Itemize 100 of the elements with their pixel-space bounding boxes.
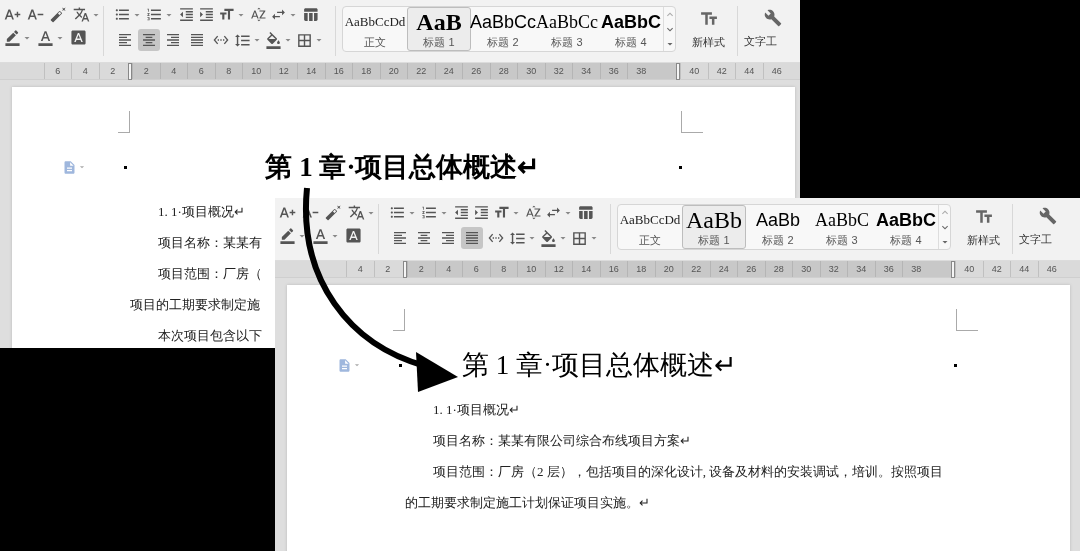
style-label: 标题 2	[487, 35, 519, 49]
bullet-list-icon[interactable]	[389, 204, 406, 221]
font-color-icon[interactable]	[37, 29, 54, 46]
ruler-number: 2	[143, 65, 149, 78]
ruler-number: 6	[198, 65, 204, 78]
ruler-number: 32	[553, 65, 564, 78]
highlight-icon[interactable]	[4, 29, 21, 46]
wrench-icon[interactable]	[764, 9, 782, 27]
ruler-number: 20	[663, 263, 674, 276]
outdent-icon[interactable]	[453, 204, 470, 221]
indent-marker[interactable]	[403, 261, 407, 278]
ruler-number: 16	[333, 65, 344, 78]
ruler-number: 40	[689, 65, 700, 78]
ruler-number: 36	[883, 263, 894, 276]
ruler-number: 42	[991, 263, 1002, 276]
sort-icon[interactable]	[250, 6, 267, 23]
phonetic-icon[interactable]	[348, 204, 365, 221]
chapter-heading: 第 1 章·项目总体概述↵	[462, 348, 737, 382]
sort-icon[interactable]	[525, 204, 542, 221]
ruler-number: 28	[773, 263, 784, 276]
paragraph: 项目范围：厂房（	[157, 265, 262, 283]
new-style-button[interactable]: 新样式	[967, 232, 1000, 249]
style-sample: AaBbCcDd	[344, 13, 406, 31]
wrench-icon[interactable]	[1039, 207, 1057, 225]
style-sample: AaBbCcDd	[619, 211, 681, 229]
style-item[interactable]: AaBbC 标题 4	[874, 205, 938, 249]
ruler-number: 26	[746, 263, 757, 276]
numbered-list-icon[interactable]	[421, 204, 438, 221]
style-label: 标题 4	[615, 35, 647, 49]
border-icon[interactable]	[296, 31, 313, 49]
char-shading-icon[interactable]	[70, 29, 87, 46]
ruler-number: 36	[608, 65, 619, 78]
style-label: 标题 2	[762, 233, 794, 247]
highlight-icon[interactable]	[279, 227, 296, 244]
numbered-list-icon[interactable]	[146, 6, 163, 23]
new-style-button[interactable]: 新样式	[692, 34, 725, 51]
style-sample: AaBbCc	[536, 11, 598, 34]
paragraph: 本次项目包含以下	[157, 327, 262, 345]
style-item[interactable]: AaBbCcDd 正文	[618, 205, 682, 249]
ruler-number: 22	[691, 263, 702, 276]
bullet-list-icon[interactable]	[114, 6, 131, 23]
crop-mark	[118, 111, 130, 133]
ruler-number: 46	[771, 65, 782, 78]
paragraph: 项目名称：某某有	[157, 234, 262, 252]
style-item[interactable]: AaB 标题 1	[407, 7, 471, 51]
ruler-number: 28	[498, 65, 509, 78]
ruler-number: 18	[361, 65, 372, 78]
style-sample: AaBb	[755, 209, 800, 232]
outdent-icon[interactable]	[178, 6, 195, 23]
table-icon[interactable]	[302, 6, 319, 23]
ruler-number: 20	[388, 65, 399, 78]
char-shading-icon[interactable]	[345, 227, 362, 244]
style-label: 标题 4	[890, 233, 922, 247]
style-label: 标题 1	[423, 35, 455, 49]
ruler-number: 8	[501, 263, 507, 276]
indent-icon[interactable]	[198, 6, 215, 23]
style-item[interactable]: AaBbCc 标题 3	[535, 7, 599, 51]
phonetic-icon[interactable]	[73, 6, 90, 23]
ruler-number: 34	[856, 263, 867, 276]
ruler-number: 14	[306, 65, 317, 78]
ruler-number: 6	[473, 263, 479, 276]
shading-icon[interactable]	[265, 31, 282, 49]
table-icon[interactable]	[577, 204, 594, 221]
indent-marker[interactable]	[951, 261, 955, 278]
ruler-number: 34	[581, 65, 592, 78]
indent-marker[interactable]	[128, 63, 132, 80]
ruler-number: 46	[1046, 263, 1057, 276]
ruler-number: 6	[55, 65, 61, 78]
style-sample: AaB	[416, 9, 462, 35]
ruler-number: 24	[718, 263, 729, 276]
indent-icon[interactable]	[473, 204, 490, 221]
style-sample: AaBbC	[876, 209, 936, 232]
font-color-icon[interactable]	[312, 227, 329, 244]
shading-icon[interactable]	[540, 229, 557, 247]
ruler-number: 44	[1019, 263, 1030, 276]
ruler-number: 4	[357, 263, 363, 276]
crop-mark	[393, 309, 405, 331]
ruler-number: 2	[385, 263, 391, 276]
ruler-number: 26	[471, 65, 482, 78]
ruler-number: 24	[443, 65, 454, 78]
border-icon[interactable]	[571, 229, 588, 247]
paragraph: 项目范围：厂房（2 层），包括项目的深化设计, 设备及材料的安装调试，培训。按照项目的工期要求制定施工计划保证项目实施。↵	[405, 463, 945, 512]
crop-mark	[956, 309, 978, 331]
style-sample: AaBb	[686, 207, 742, 233]
style-sample: AaBbC	[601, 11, 661, 34]
paragraph: 1. 1·项目概况↵	[157, 203, 245, 221]
ruler-number: 4	[171, 65, 177, 78]
style-item[interactable]: AaBb 标题 2	[746, 205, 810, 249]
paragraph: 项目名称：某某有限公司综合布线项目方案↵	[432, 432, 692, 450]
text-tools-button[interactable]: 文字工	[1019, 231, 1052, 248]
style-item[interactable]: AaBbCc 标题 2	[471, 7, 535, 51]
style-label: 标题 1	[698, 233, 730, 247]
paragraph: 1. 1·项目概况↵	[432, 401, 521, 419]
indent-marker[interactable]	[676, 63, 680, 80]
style-item[interactable]: AaBb 标题 1	[682, 205, 746, 249]
text-tools-button[interactable]: 文字工	[744, 33, 777, 50]
style-item[interactable]: AaBbC 标题 3	[810, 205, 874, 249]
style-item[interactable]: AaBbC 标题 4	[599, 7, 663, 51]
ruler-number: 12	[278, 65, 289, 78]
style-item[interactable]: AaBbCcDd 正文	[343, 7, 407, 51]
